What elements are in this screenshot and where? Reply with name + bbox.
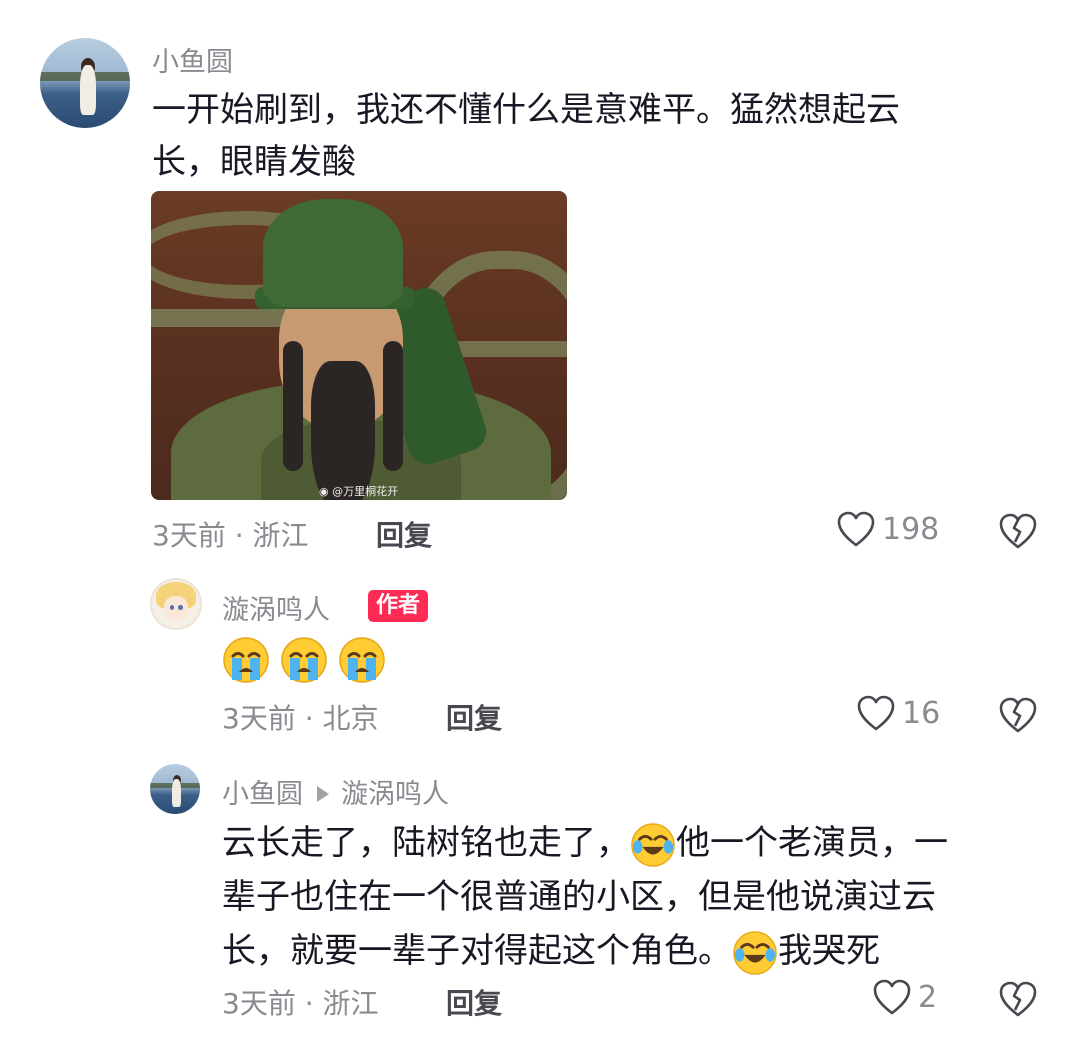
broken-heart-icon[interactable] bbox=[998, 980, 1038, 1018]
like-count: 198 bbox=[882, 511, 940, 547]
like-count: 16 bbox=[902, 695, 941, 731]
comment-time-location: 3天前 · 北京 bbox=[222, 702, 379, 735]
comment-emoji-row bbox=[222, 636, 386, 684]
broken-heart-icon[interactable] bbox=[998, 696, 1038, 734]
crying-emoji bbox=[339, 637, 385, 683]
comment-text-line: 云长走了，陆树铭也走了， 他一个老演员，一 bbox=[222, 816, 1052, 870]
laugh-cry-emoji bbox=[631, 822, 675, 867]
crying-emoji bbox=[223, 637, 269, 683]
like-count: 2 bbox=[918, 979, 938, 1015]
comment-username[interactable]: 小鱼圆 bbox=[152, 40, 233, 79]
comment-username-line: 小鱼圆 漩涡鸣人 bbox=[222, 772, 449, 811]
broken-heart-icon[interactable] bbox=[998, 512, 1038, 550]
comment-text: 一开始刷到，我还不懂什么是意难平。猛然想起云 长，眼睛发酸 bbox=[152, 84, 1032, 188]
comment-time-location: 3天前 · 浙江 bbox=[222, 987, 379, 1020]
reply-button[interactable]: 回复 bbox=[446, 697, 502, 737]
heart-icon bbox=[873, 979, 911, 1015]
comment-username[interactable]: 漩涡鸣人 bbox=[222, 588, 330, 627]
avatar[interactable] bbox=[150, 578, 202, 630]
comment-text-line: 长，眼睛发酸 bbox=[152, 142, 356, 182]
reply-button[interactable]: 回复 bbox=[376, 514, 432, 554]
comment-text: 云长走了，陆树铭也走了， 他一个老演员，一 辈子也住在一个很普通的小区，但是他说… bbox=[222, 816, 1052, 978]
image-watermark: ◉ @万里桐花开 bbox=[319, 485, 399, 498]
comment-text-line: 长，就要一辈子对得起这个角色。 我哭死 bbox=[222, 924, 1052, 978]
reply-button[interactable]: 回复 bbox=[446, 982, 502, 1022]
comment-time-location: 3天前 · 浙江 bbox=[152, 519, 309, 552]
avatar[interactable] bbox=[40, 38, 130, 128]
weibo-icon: ◉ bbox=[319, 485, 329, 498]
reply-arrow-icon bbox=[317, 785, 329, 802]
avatar[interactable] bbox=[150, 764, 200, 814]
heart-icon bbox=[857, 695, 895, 731]
comment-text-line: 一开始刷到，我还不懂什么是意难平。猛然想起云 bbox=[152, 90, 900, 130]
crying-emoji bbox=[281, 637, 327, 683]
reply-target-username[interactable]: 漩涡鸣人 bbox=[341, 779, 449, 810]
comment-username[interactable]: 小鱼圆 bbox=[222, 779, 303, 810]
like-button[interactable]: 198 bbox=[836, 510, 939, 548]
author-badge: 作者 bbox=[368, 590, 429, 622]
heart-icon bbox=[837, 511, 875, 547]
like-button[interactable]: 16 bbox=[856, 694, 940, 732]
laugh-cry-emoji bbox=[733, 930, 777, 975]
comment-image[interactable]: ◉ @万里桐花开 bbox=[151, 191, 567, 500]
comment-text-line: 辈子也住在一个很普通的小区，但是他说演过云 bbox=[222, 877, 936, 917]
like-button[interactable]: 2 bbox=[872, 978, 937, 1016]
